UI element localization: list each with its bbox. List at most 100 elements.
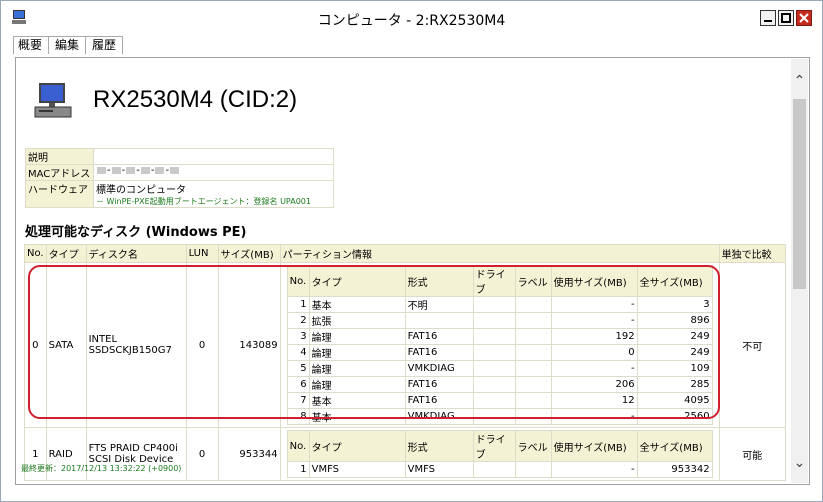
close-button[interactable] bbox=[796, 10, 812, 26]
partition-used: - bbox=[550, 461, 638, 478]
pcol-label: ラベル bbox=[514, 430, 552, 462]
col-disk-name: ディスク名 bbox=[85, 244, 187, 263]
col-partition-info: パーティション情報 bbox=[279, 244, 720, 263]
partition-header: No. タイプ 形式 ドライブ ラベル 使用サイズ(MB) 全サイズ(MB) bbox=[286, 430, 713, 462]
tab-history[interactable]: 履歴 bbox=[86, 36, 124, 54]
partition-label bbox=[514, 376, 552, 393]
disk-table: No. タイプ ディスク名 LUN サイズ(MB) パーティション情報 単独で比… bbox=[24, 244, 787, 481]
partition-row[interactable]: 1 基本 不明 -3 bbox=[286, 296, 713, 313]
tab-overview[interactable]: 概要 bbox=[13, 36, 50, 54]
pcol-total: 全サイズ(MB) bbox=[636, 430, 713, 462]
partition-used: 206 bbox=[550, 376, 638, 393]
partition-row[interactable]: 4 論理 FAT16 0 249 bbox=[286, 344, 713, 361]
partition-used: - bbox=[550, 408, 638, 425]
partition-rows: 1 基本 不明 -3 2 拡張 -896 3 論理 FAT16 192 249 4 論理 FAT16 0 249… bbox=[286, 296, 713, 425]
pcol-format: 形式 bbox=[404, 430, 474, 462]
partition-format bbox=[404, 312, 474, 329]
partition-format: 不明 bbox=[404, 296, 474, 313]
table-row[interactable]: 0 SATA INTEL SSDSCKJB150G7 0 143089 No. … bbox=[24, 262, 787, 428]
hardware-value: 標準のコンピュータ bbox=[96, 185, 186, 196]
partition-no: 6 bbox=[286, 376, 310, 393]
pcol-label: ラベル bbox=[514, 265, 552, 297]
disk-size: 953344 bbox=[217, 427, 281, 481]
partition-no: 3 bbox=[286, 328, 310, 345]
partition-total: 285 bbox=[636, 376, 713, 393]
minimize-button[interactable] bbox=[760, 10, 776, 26]
partition-no: 8 bbox=[286, 408, 310, 425]
hardware-label: ハードウェア bbox=[25, 180, 94, 208]
partition-table: No. タイプ 形式 ドライブ ラベル 使用サイズ(MB) 全サイズ(MB) 1… bbox=[286, 265, 713, 425]
mac-label: MACアドレス bbox=[25, 164, 94, 181]
partition-row[interactable]: 7 基本 FAT16 12 4095 bbox=[286, 392, 713, 409]
partition-used: 0 bbox=[550, 344, 638, 361]
last-updated: 最終更新：2017/12/13 13:32:22 (+0900) bbox=[21, 464, 182, 473]
disks-heading: 処理可能なディスク (Windows PE) bbox=[25, 225, 247, 240]
partition-row[interactable]: 2 拡張 -896 bbox=[286, 312, 713, 329]
partition-type: 論理 bbox=[308, 360, 406, 377]
partition-label bbox=[514, 344, 552, 361]
partition-used: - bbox=[550, 296, 638, 313]
vertical-scrollbar[interactable]: ⌃ ⌄ bbox=[791, 59, 808, 483]
partition-type: 基本 bbox=[308, 296, 406, 313]
partition-table: No. タイプ 形式 ドライブ ラベル 使用サイズ(MB) 全サイズ(MB) 1… bbox=[286, 430, 713, 478]
partition-format: VMKDIAG bbox=[404, 360, 474, 377]
partition-drive bbox=[472, 296, 516, 313]
computer-icon bbox=[34, 83, 72, 118]
title-bar[interactable]: コンピュータ - 2:RX2530M4 bbox=[1, 1, 822, 33]
scroll-thumb[interactable] bbox=[793, 99, 806, 289]
partition-drive bbox=[472, 360, 516, 377]
col-no: No. bbox=[24, 244, 47, 263]
partition-row[interactable]: 8 基本 VMKDIAG -2560 bbox=[286, 408, 713, 425]
partition-drive bbox=[472, 328, 516, 345]
scroll-down-icon[interactable]: ⌄ bbox=[791, 455, 808, 475]
disk-table-header: No. タイプ ディスク名 LUN サイズ(MB) パーティション情報 単独で比… bbox=[24, 244, 787, 263]
pcol-no: No. bbox=[286, 430, 310, 462]
partition-total: 896 bbox=[636, 312, 713, 329]
partition-format: VMFS bbox=[404, 461, 474, 478]
partition-label bbox=[514, 360, 552, 377]
pcol-used: 使用サイズ(MB) bbox=[550, 265, 638, 297]
col-size: サイズ(MB) bbox=[217, 244, 281, 263]
computer-title: RX2530M4 (CID:2) bbox=[93, 86, 298, 113]
partition-total: 4095 bbox=[636, 392, 713, 409]
hardware-cell: 標準のコンピュータ － WinPE-PXE起動用ブートエージェント：登録名 UP… bbox=[93, 180, 334, 208]
partition-type: 拡張 bbox=[308, 312, 406, 329]
partition-rows: 1 VMFS VMFS -953342 bbox=[286, 461, 713, 478]
content-panel: RX2530M4 (CID:2) 説明 MACアドレス ----- ハードウェア… bbox=[15, 57, 810, 485]
col-type: タイプ bbox=[45, 244, 87, 263]
partition-label bbox=[514, 312, 552, 329]
maximize-icon bbox=[781, 13, 791, 23]
partition-row[interactable]: 5 論理 VMKDIAG -109 bbox=[286, 360, 713, 377]
tab-edit[interactable]: 編集 bbox=[49, 36, 87, 54]
disk-name: INTEL SSDSCKJB150G7 bbox=[85, 262, 187, 428]
col-compare: 単独で比較 bbox=[718, 244, 787, 263]
description-value bbox=[93, 148, 334, 165]
partition-type: 論理 bbox=[308, 328, 406, 345]
maximize-button[interactable] bbox=[778, 10, 794, 26]
partition-used: 192 bbox=[550, 328, 638, 345]
scroll-up-icon[interactable]: ⌃ bbox=[791, 73, 808, 93]
minimize-icon bbox=[764, 20, 772, 22]
partition-total: 2560 bbox=[636, 408, 713, 425]
partition-no: 7 bbox=[286, 392, 310, 409]
partition-row[interactable]: 6 論理 FAT16 206 285 bbox=[286, 376, 713, 393]
pcol-type: タイプ bbox=[308, 430, 406, 462]
partition-format: VMKDIAG bbox=[404, 408, 474, 425]
partition-no: 1 bbox=[286, 461, 310, 478]
disk-compare: 不可 bbox=[718, 262, 787, 428]
pcol-format: 形式 bbox=[404, 265, 474, 297]
partition-row[interactable]: 1 VMFS VMFS -953342 bbox=[286, 461, 713, 478]
partition-drive bbox=[472, 408, 516, 425]
partition-format: FAT16 bbox=[404, 376, 474, 393]
mac-value-redacted: ----- bbox=[93, 164, 334, 181]
agent-link[interactable]: － WinPE-PXE起動用ブートエージェント：登録名 UPA001 bbox=[96, 196, 331, 207]
partition-total: 109 bbox=[636, 360, 713, 377]
partition-total: 3 bbox=[636, 296, 713, 313]
partition-drive bbox=[472, 312, 516, 329]
partition-format: FAT16 bbox=[404, 392, 474, 409]
partition-total: 953342 bbox=[636, 461, 713, 478]
partition-label bbox=[514, 461, 552, 478]
partition-row[interactable]: 3 論理 FAT16 192 249 bbox=[286, 328, 713, 345]
partition-label bbox=[514, 328, 552, 345]
pcol-no: No. bbox=[286, 265, 310, 297]
